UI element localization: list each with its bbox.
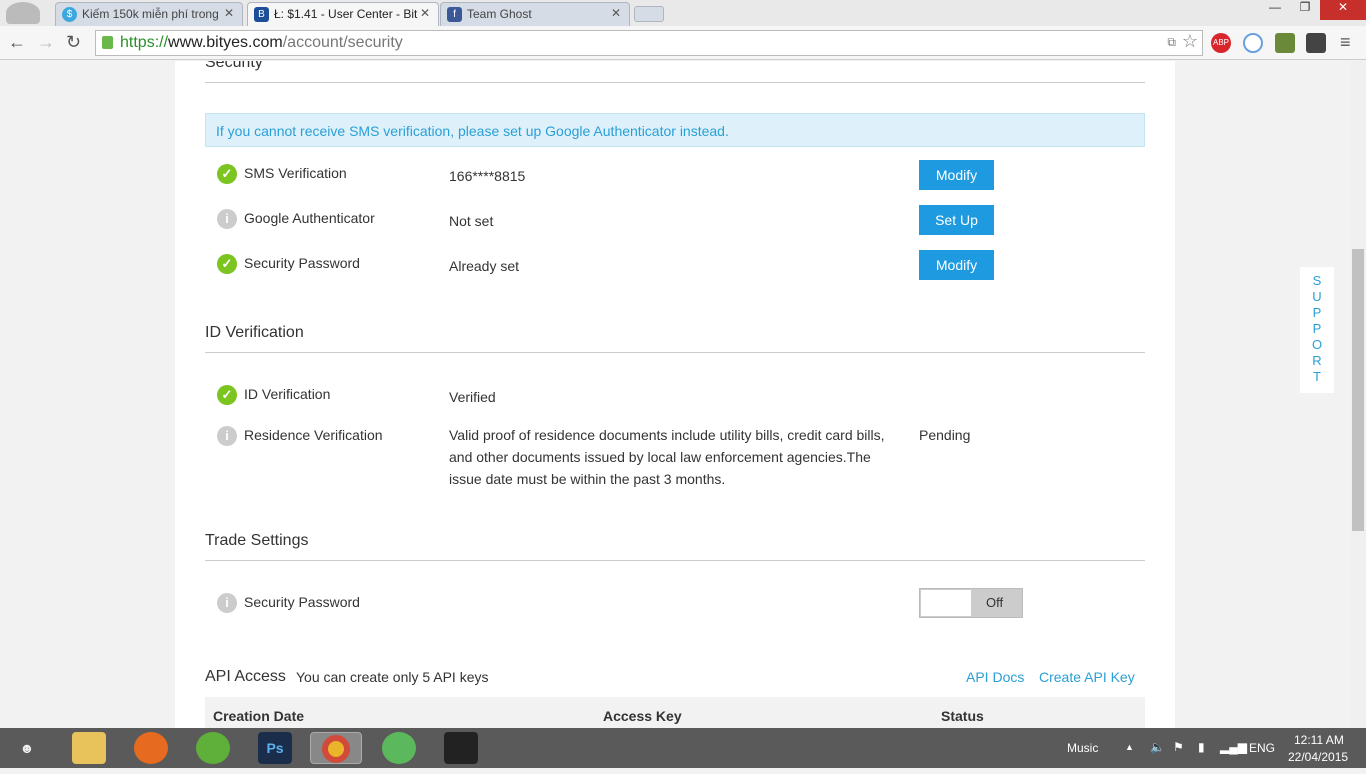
trade-password-toggle[interactable]: Off xyxy=(919,588,1023,618)
address-bar[interactable]: https://www.bityes.com/account/security … xyxy=(95,30,1203,56)
section-title-trade: Trade Settings xyxy=(205,532,309,549)
reload-icon[interactable]: ↻ xyxy=(66,32,81,53)
api-table-header: Creation Date Access Key Status xyxy=(205,697,1145,728)
coccoc-icon[interactable] xyxy=(382,732,416,764)
close-tab-icon[interactable]: ✕ xyxy=(224,6,234,20)
tab-bar: $ Kiếm 150k miễn phí trong ✕ B Ł: $1.41 - U… xyxy=(0,0,1366,26)
chrome-icon[interactable] xyxy=(310,732,362,764)
show-hidden-icons[interactable]: ▲ xyxy=(1125,742,1134,752)
minimize-button[interactable]: — xyxy=(1260,0,1290,20)
new-tab-button[interactable] xyxy=(634,6,664,22)
check-icon: ✓ xyxy=(217,164,237,184)
api-docs-link[interactable]: API Docs xyxy=(966,669,1024,685)
modify-sms-button[interactable]: Modify xyxy=(919,160,994,190)
divider xyxy=(205,560,1145,561)
section-title-api: API Access xyxy=(205,668,286,685)
bookmark-star-icon[interactable]: ☆ xyxy=(1182,31,1198,52)
file-explorer-icon[interactable] xyxy=(72,732,106,764)
account-card: Security If you cannot receive SMS verif… xyxy=(175,61,1175,728)
translate-icon[interactable]: ⧉ xyxy=(1167,35,1176,50)
incognito-icon xyxy=(6,2,40,24)
api-subtitle: You can create only 5 API keys xyxy=(296,669,489,685)
info-icon: i xyxy=(217,209,237,229)
check-icon: ✓ xyxy=(217,254,237,274)
firefox-icon[interactable] xyxy=(134,732,168,764)
scrollbar[interactable] xyxy=(1350,61,1366,728)
residence-status: Pending xyxy=(919,427,971,443)
bityes-icon: B xyxy=(254,7,269,22)
setup-google-auth-button[interactable]: Set Up xyxy=(919,205,994,235)
action-center-flag-icon[interactable]: ⚑ xyxy=(1173,740,1184,754)
music-toolbar[interactable]: Music xyxy=(1067,741,1098,755)
sms-notice: If you cannot receive SMS verification, … xyxy=(205,113,1145,147)
close-window-button[interactable]: ✕ xyxy=(1320,0,1366,20)
support-button[interactable]: SUPPORT xyxy=(1300,267,1334,393)
taskbar: ☻ Ps Music ▲ 🔈 ⚑ ▮ ▂▄▆ ENG 12:11 AM 22/0… xyxy=(0,728,1366,768)
volume-icon[interactable]: 🔈 xyxy=(1150,740,1165,754)
parrot-app-icon[interactable] xyxy=(196,732,230,764)
facebook-icon: f xyxy=(447,7,462,22)
back-icon[interactable]: ← xyxy=(8,32,26,53)
divider xyxy=(205,82,1145,83)
forward-icon[interactable]: → xyxy=(37,32,55,53)
adblock-icon[interactable]: ABP xyxy=(1211,33,1231,53)
menu-icon[interactable]: ≡ xyxy=(1340,32,1351,53)
info-icon: i xyxy=(217,593,237,613)
section-title-security: Security xyxy=(205,61,263,71)
dollar-icon: $ xyxy=(62,7,77,22)
language-indicator[interactable]: ENG xyxy=(1249,741,1275,755)
close-tab-icon[interactable]: ✕ xyxy=(611,6,621,20)
info-icon: i xyxy=(217,426,237,446)
restore-button[interactable]: ❐ xyxy=(1290,0,1320,20)
browser-toolbar: ← → ↻ https://www.bityes.com/account/sec… xyxy=(0,26,1366,60)
network-signal-icon[interactable]: ▂▄▆ xyxy=(1220,740,1247,754)
page-content: Security If you cannot receive SMS verif… xyxy=(0,61,1350,728)
battery-icon[interactable]: ▮ xyxy=(1198,740,1205,754)
modify-password-button[interactable]: Modify xyxy=(919,250,994,280)
clock-time[interactable]: 12:11 AM xyxy=(1294,733,1344,747)
check-icon: ✓ xyxy=(217,385,237,405)
tab-user-center[interactable]: B Ł: $1.41 - User Center - Bit ✕ xyxy=(247,2,439,26)
tab-team-ghost[interactable]: f Team Ghost ✕ xyxy=(440,2,630,26)
lock-icon xyxy=(102,36,113,49)
photoshop-icon[interactable]: Ps xyxy=(258,732,292,764)
extension-icon[interactable] xyxy=(1275,33,1295,53)
divider xyxy=(205,352,1145,353)
ghost-app-icon[interactable]: ☻ xyxy=(10,732,44,764)
section-title-id: ID Verification xyxy=(205,324,304,341)
extension-icon[interactable] xyxy=(1306,33,1326,53)
media-player-icon[interactable] xyxy=(444,732,478,764)
tab-kiem[interactable]: $ Kiếm 150k miễn phí trong ✕ xyxy=(55,2,243,26)
scrollbar-thumb[interactable] xyxy=(1352,249,1364,531)
create-api-key-link[interactable]: Create API Key xyxy=(1039,669,1135,685)
extension-icon[interactable] xyxy=(1243,33,1263,53)
clock-date[interactable]: 22/04/2015 xyxy=(1288,750,1348,764)
close-tab-icon[interactable]: ✕ xyxy=(420,6,430,20)
